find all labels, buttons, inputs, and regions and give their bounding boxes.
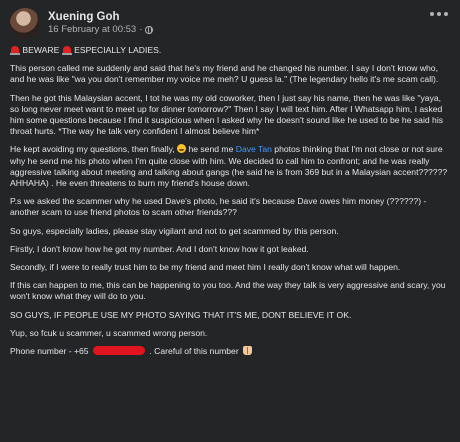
post-meta: Xuening Goh 16 February at 00:53 · xyxy=(48,10,154,36)
author-name[interactable]: Xuening Goh xyxy=(48,10,153,24)
paragraph-9: If this can happen to me, this can be ha… xyxy=(10,280,446,302)
paragraph-4-mid: he send me xyxy=(188,144,234,155)
paragraph-11: Yup, so fcuk u scammer, u scammed wrong … xyxy=(10,327,208,338)
meta-separator: · xyxy=(139,24,143,35)
paragraph-7: Firstly, I don't know how he got my numb… xyxy=(10,243,309,254)
praying-hands-emoji-icon xyxy=(243,346,253,356)
more-options-icon[interactable] xyxy=(430,12,448,16)
paragraph-4: He kept avoiding my questions, then fina… xyxy=(10,144,450,189)
author-avatar[interactable] xyxy=(10,8,40,38)
paragraph-8: Secondly, if I were to really trust him … xyxy=(10,262,401,273)
post-timestamp[interactable]: 16 February at 00:53 xyxy=(48,24,136,36)
paragraph-1: BEWARE ESPECIALLY LADIES. xyxy=(10,45,450,56)
paragraph-5: P.s we asked the scammer why he used Dav… xyxy=(10,196,427,218)
paragraph-2: This person called me suddenly and said … xyxy=(10,63,439,85)
paragraph-4-start: He kept avoiding my questions, then fina… xyxy=(10,144,175,155)
phone-number-label: Phone number - +65 xyxy=(10,346,89,357)
paragraph-6: So guys, especially ladies, please stay … xyxy=(10,225,339,236)
facebook-post: Xuening Goh 16 February at 00:53 · BEWAR… xyxy=(0,0,460,442)
careful-text: . Careful of this number xyxy=(149,346,239,357)
paragraph-12: Phone number - +65 . Careful of this num… xyxy=(10,346,450,357)
paragraph-3: Then he got this Malaysian accent, I tot… xyxy=(10,92,444,137)
especially-ladies-text: ESPECIALLY LADIES. xyxy=(74,45,162,55)
mention-link-dave-tan[interactable]: Dave Tan xyxy=(236,144,272,154)
rolling-laughing-emoji-icon xyxy=(177,144,187,154)
globe-icon[interactable] xyxy=(145,26,154,34)
paragraph-10: SO GUYS, IF PEOPLE USE MY PHOTO SAYING T… xyxy=(10,309,352,320)
police-siren-icon xyxy=(10,46,20,55)
redacted-phone-number xyxy=(92,346,145,356)
timestamp-row: 16 February at 00:53 · xyxy=(48,24,154,36)
beware-text: BEWARE xyxy=(22,45,60,55)
post-header: Xuening Goh 16 February at 00:53 · xyxy=(10,6,450,40)
post-body: BEWARE ESPECIALLY LADIES. This person ca… xyxy=(10,45,450,357)
police-siren-icon xyxy=(61,46,72,55)
